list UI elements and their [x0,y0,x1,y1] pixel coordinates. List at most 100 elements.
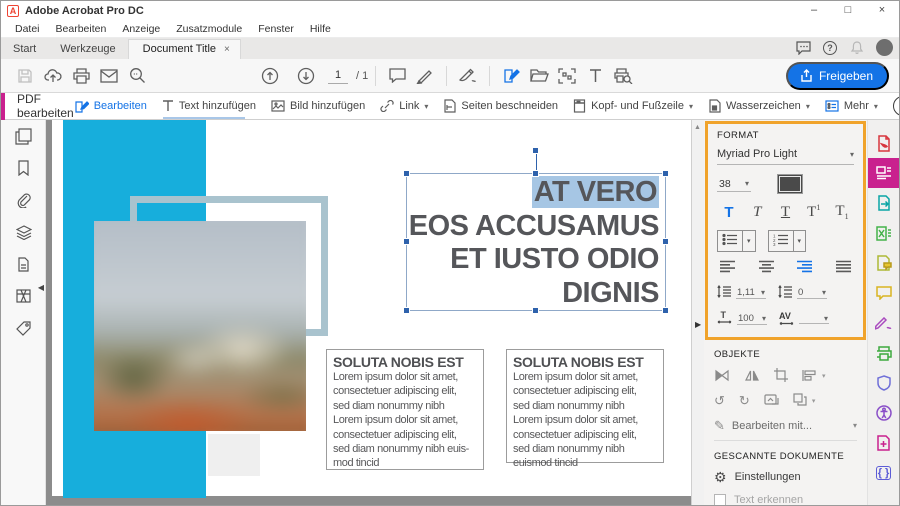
italic-button[interactable]: T [746,204,768,221]
layers-icon[interactable] [1,216,46,248]
search-icon[interactable] [123,64,151,88]
numbered-list-button[interactable]: 123 ▾ [768,230,807,252]
document-photo[interactable] [94,221,306,431]
menu-datei[interactable]: Datei [7,23,48,35]
rotate-right-button[interactable]: ↻ [739,394,750,407]
horizontal-scale-select[interactable]: 100 ▾ [737,313,767,325]
text-hinzufuegen-button[interactable]: Text hinzufügen [162,100,256,112]
align-justify-button[interactable] [835,260,852,276]
panel-scrollbar[interactable]: ▲ ▶ [691,120,704,505]
help-icon[interactable]: ? [823,41,837,55]
underline-button[interactable]: T [775,204,797,221]
numbered-list-caret-icon[interactable]: ▾ [794,231,806,251]
menu-fenster[interactable]: Fenster [250,23,302,35]
comment-page-tool-icon[interactable] [868,248,899,278]
menu-zusatzmodule[interactable]: Zusatzmodule [168,23,250,35]
document-canvas[interactable]: AT VERO EOS ACCUSAMUS ET IUSTO ODIO DIGN… [46,120,691,505]
edit-pdf-tool-icon[interactable] [497,64,525,88]
tab-werkzeuge[interactable]: Werkzeuge [48,40,127,59]
destinations-icon[interactable] [1,248,46,280]
font-color-swatch[interactable] [777,174,803,194]
kopf-fusszeile-button[interactable]: Kopf- und Fußzeile ▾ [573,99,693,113]
headline-text[interactable]: AT VERO EOS ACCUSAMUS ET IUSTO ODIO DIGN… [401,176,659,310]
highlighter-icon[interactable] [411,64,439,88]
bearbeiten-button[interactable]: Bearbeiten [74,99,147,113]
create-pdf-tool-icon[interactable] [868,128,899,158]
resize-handle-s[interactable] [532,307,539,314]
resize-handle-nw[interactable] [403,170,410,177]
selected-text[interactable]: AT VERO [532,176,659,208]
tags-icon[interactable] [1,312,46,344]
tab-start[interactable]: Start [1,40,48,59]
wasserzeichen-button[interactable]: Wasserzeichen ▾ [708,99,810,113]
paragraph-spacing-select[interactable]: 0 ▾ [797,287,827,299]
convert-spreadsheet-tool-icon[interactable] [868,218,899,248]
protect-tool-icon[interactable] [868,368,899,398]
align-objects-button[interactable] [802,369,817,384]
bookmarks-icon[interactable] [1,152,46,184]
superscript-button[interactable]: T1 [803,203,825,221]
resize-handle-sw[interactable] [403,307,410,314]
flip-vertical-button[interactable] [714,369,730,384]
bold-button[interactable]: T [718,204,740,221]
resize-handle-n[interactable] [532,170,539,177]
text-erkennen-option[interactable]: Text erkennen [714,494,857,505]
align-right-button[interactable] [796,260,813,276]
feedback-comment-icon[interactable] [795,39,812,56]
panel-expand-arrow[interactable]: ▶ [695,320,701,329]
mehr-button[interactable]: Mehr ▾ [825,100,878,112]
print-icon[interactable] [67,64,95,88]
edit-pdf-tool-active-icon[interactable] [868,158,899,188]
seiten-beschneiden-button[interactable]: Seiten beschneiden [443,99,558,113]
kerning-select[interactable]: ▾ [799,314,829,324]
signature-pen-icon[interactable] [454,64,482,88]
flip-horizontal-button[interactable] [744,369,760,384]
save-icon[interactable] [11,64,39,88]
menu-bearbeiten[interactable]: Bearbeiten [48,23,115,35]
cloud-upload-icon[interactable] [39,64,67,88]
line-spacing-select[interactable]: 1,11 ▾ [736,287,766,299]
bullet-list-button[interactable]: ▾ [717,230,756,252]
javascript-tool-icon[interactable]: { } [868,458,899,488]
subscript-button[interactable]: T1 [831,203,853,221]
align-left-button[interactable] [719,260,736,276]
scan-tool-icon[interactable] [868,338,899,368]
text-box-2[interactable]: SOLUTA NOBIS EST Lorem ipsum dolor sit a… [506,349,664,463]
replace-image-button[interactable] [764,393,779,408]
crop-button[interactable] [774,368,788,384]
fill-sign-tool-icon[interactable] [868,308,899,338]
accessibility-tool-icon[interactable] [868,398,899,428]
bell-icon[interactable] [848,39,865,56]
resize-handle-e[interactable] [662,238,669,245]
add-text-icon[interactable] [581,64,609,88]
text-erkennen-checkbox[interactable] [714,494,726,505]
menu-anzeige[interactable]: Anzeige [114,23,168,35]
comment-tool-icon[interactable] [868,278,899,308]
bearbeiten-mit-button[interactable]: ✎ Bearbeiten mit... ▾ [714,417,857,441]
schliessen-button[interactable]: Schließen [893,96,900,116]
close-window-button[interactable]: × [865,1,899,21]
selected-text-box[interactable]: AT VERO EOS ACCUSAMUS ET IUSTO ODIO DIGN… [406,173,666,311]
arrange-caret-icon[interactable]: ▾ [812,397,816,405]
bild-hinzufuegen-button[interactable]: Bild hinzufügen [271,100,365,112]
link-button[interactable]: Link ▾ [380,100,428,112]
user-avatar[interactable] [876,39,893,56]
tab-document-title[interactable]: Document Title × [128,39,241,59]
page-number-input[interactable] [328,68,348,84]
previous-page-icon[interactable] [256,64,284,88]
sidebar-collapse-arrow[interactable]: ◀ [38,283,44,292]
font-family-select[interactable]: Myriad Pro Light ▾ [717,148,854,165]
bullet-list-caret-icon[interactable]: ▾ [743,231,755,251]
tab-close-icon[interactable]: × [224,44,230,55]
align-center-button[interactable] [758,260,775,276]
scroll-up-icon[interactable]: ▲ [694,124,701,131]
rotation-handle[interactable] [532,147,539,154]
einstellungen-button[interactable]: ⚙ Einstellungen [714,470,857,484]
font-size-select[interactable]: 38 ▾ [717,177,751,192]
align-objects-caret-icon[interactable]: ▾ [822,372,826,380]
rotate-left-button[interactable]: ↺ [714,394,725,407]
pdf-page[interactable]: AT VERO EOS ACCUSAMUS ET IUSTO ODIO DIGN… [52,120,691,496]
resize-handle-w[interactable] [403,238,410,245]
resize-handle-se[interactable] [662,307,669,314]
next-page-icon[interactable] [292,64,320,88]
